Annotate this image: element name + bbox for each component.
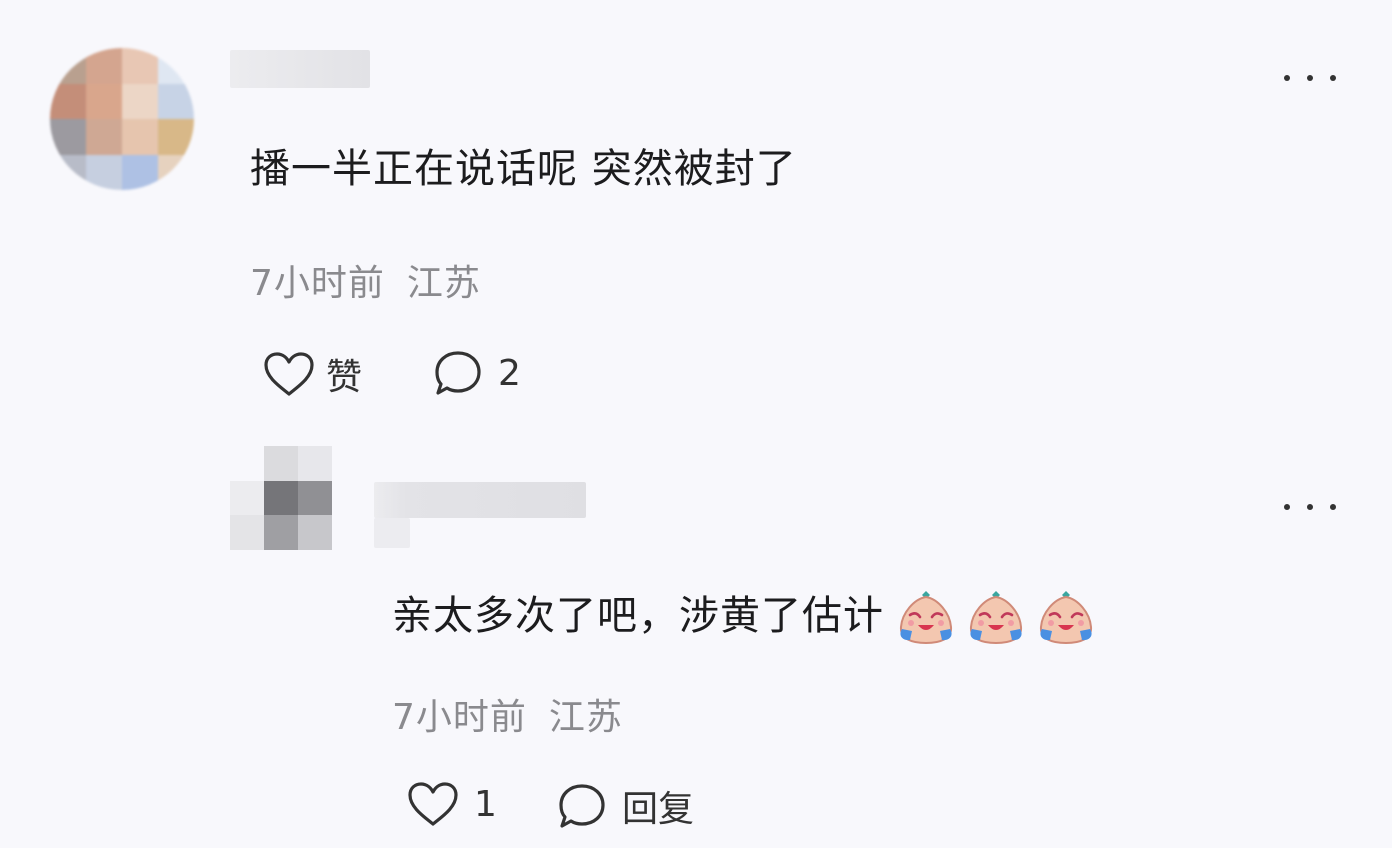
comment-time: 7小时前 xyxy=(250,263,385,304)
reply-button[interactable]: 回复 xyxy=(556,780,694,832)
avatar-pixel xyxy=(230,515,264,550)
speech-bubble-icon xyxy=(559,784,605,828)
reply-meta: 7小时前 江苏 xyxy=(392,688,623,740)
like-label: 赞 xyxy=(326,357,363,398)
avatar-pixel xyxy=(50,119,86,155)
like-button[interactable]: 赞 xyxy=(262,348,362,400)
avatar-pixel xyxy=(86,48,122,84)
reply-like-count: 1 xyxy=(474,783,497,825)
avatar-pixel xyxy=(264,515,298,550)
avatar-pixel xyxy=(50,48,86,84)
reply-text-row: 亲太多次了吧，涉黄了估计 xyxy=(392,585,1096,647)
avatar-pixel xyxy=(122,119,158,155)
avatar-pixel xyxy=(230,446,264,481)
reply-username-redacted[interactable] xyxy=(374,482,586,518)
comment-count-button[interactable]: 2 xyxy=(432,348,521,398)
avatar-pixel xyxy=(298,515,332,550)
avatar-pixel xyxy=(122,83,158,119)
comment-count: 2 xyxy=(498,352,521,394)
more-options-button[interactable] xyxy=(1284,66,1336,90)
reply-more-options-button[interactable] xyxy=(1284,495,1336,519)
username-redacted[interactable] xyxy=(230,50,370,88)
more-horizontal-icon xyxy=(1284,75,1290,81)
more-dot xyxy=(1307,75,1313,81)
crying-laugh-emoji-icon xyxy=(966,585,1026,647)
comment-location: 江苏 xyxy=(406,263,481,304)
avatar-pixel xyxy=(332,446,366,481)
avatar-pixel xyxy=(158,48,194,84)
comment-text: 播一半正在说话呢 突然被封了 xyxy=(250,146,797,192)
crying-laugh-emoji-icon xyxy=(896,585,956,647)
reply-label: 回复 xyxy=(622,789,695,830)
avatar-pixel xyxy=(122,154,158,190)
reply-like-button[interactable]: 1 xyxy=(406,780,497,828)
avatar-pixel xyxy=(332,515,366,550)
avatar-pixel xyxy=(50,154,86,190)
heart-icon xyxy=(264,352,314,396)
avatar[interactable] xyxy=(50,48,194,190)
more-dot xyxy=(1307,504,1313,510)
reply-time: 7小时前 xyxy=(392,697,527,738)
reply-username-fragment xyxy=(374,518,410,548)
emoji-group xyxy=(886,585,1096,647)
reply-avatar[interactable] xyxy=(230,446,366,550)
crying-laugh-emoji-icon xyxy=(1036,585,1096,647)
avatar-pixel xyxy=(298,446,332,481)
avatar-pixel xyxy=(298,480,332,516)
more-dot xyxy=(1330,75,1336,81)
more-horizontal-icon xyxy=(1284,504,1290,510)
avatar-pixel xyxy=(158,83,194,119)
avatar-pixel xyxy=(86,119,122,155)
avatar-pixel xyxy=(230,480,264,516)
avatar-pixel xyxy=(158,119,194,155)
avatar-pixel xyxy=(86,154,122,190)
heart-icon xyxy=(408,782,458,826)
speech-bubble-icon xyxy=(435,351,481,395)
avatar-pixel xyxy=(332,481,366,516)
avatar-pixel xyxy=(264,480,298,516)
avatar-pixel xyxy=(158,154,194,190)
comment-meta: 7小时前 江苏 xyxy=(250,254,481,306)
avatar-pixel xyxy=(86,83,122,119)
reply-text: 亲太多次了吧，涉黄了估计 xyxy=(392,593,884,639)
reply-location: 江苏 xyxy=(548,697,623,738)
avatar-pixel xyxy=(50,83,86,119)
avatar-pixel xyxy=(122,48,158,84)
avatar-pixel xyxy=(264,446,298,481)
more-dot xyxy=(1330,504,1336,510)
